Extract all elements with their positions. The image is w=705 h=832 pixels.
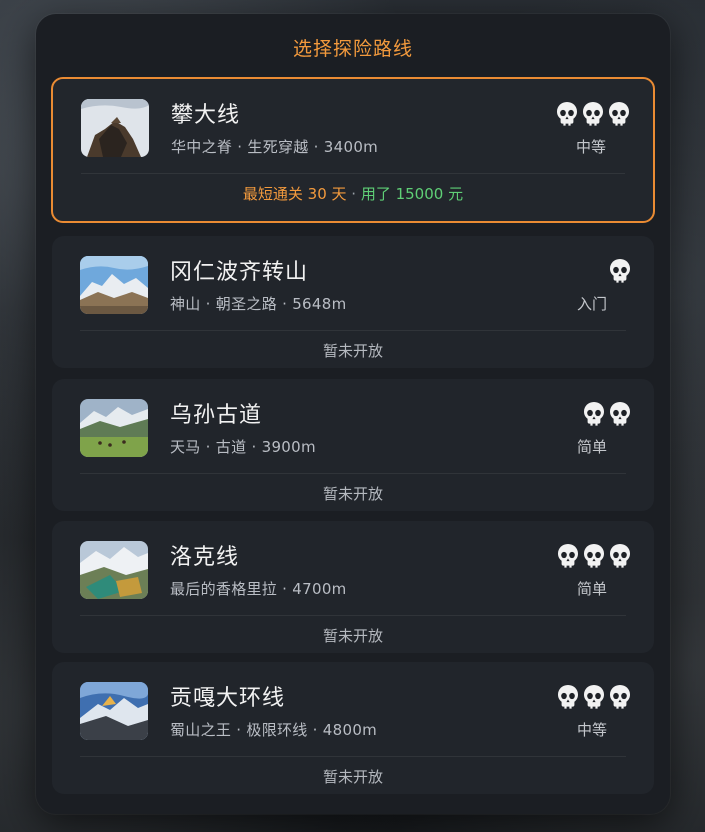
route-status: 暂未开放 (322, 485, 383, 503)
difficulty-skulls (582, 401, 632, 427)
difficulty-label: 中等 (576, 721, 607, 739)
difficulty-skulls (608, 258, 632, 284)
route-thumbnail (80, 399, 148, 457)
skull-icon (556, 543, 580, 569)
skull-icon (581, 101, 605, 127)
route-thumbnail (80, 541, 148, 599)
route-card-luoke[interactable]: 洛克线 最后的香格里拉 · 4700m 简单 暂未开放 (52, 521, 654, 653)
divider (81, 173, 625, 174)
cost-spent: 用了 15000 元 (360, 185, 464, 203)
route-thumbnail (80, 682, 148, 740)
route-card-wusun[interactable]: 乌孙古道 天马 · 古道 · 3900m 简单 暂未开放 (52, 379, 654, 511)
route-subtitle: 华中之脊 · 生死穿越 · 3400m (171, 138, 379, 156)
route-name: 攀大线 (171, 103, 241, 128)
divider (80, 330, 626, 331)
divider (80, 615, 626, 616)
route-card-gongga[interactable]: 贡嘎大环线 蜀山之王 · 极限环线 · 4800m 中等 暂未开放 (52, 662, 654, 794)
difficulty-skulls (555, 101, 631, 127)
route-thumbnail (81, 99, 149, 157)
skull-icon (608, 684, 632, 710)
route-subtitle: 神山 · 朝圣之路 · 5648m (170, 295, 347, 313)
record-separator: · (346, 185, 361, 203)
difficulty-label: 中等 (575, 138, 606, 156)
best-clear-time: 最短通关 30 天 (242, 185, 347, 203)
skull-icon (556, 684, 580, 710)
route-subtitle: 最后的香格里拉 · 4700m (170, 580, 347, 598)
route-subtitle: 蜀山之王 · 极限环线 · 4800m (170, 721, 378, 739)
route-status: 暂未开放 (322, 768, 383, 786)
route-card-kailash[interactable]: 冈仁波齐转山 神山 · 朝圣之路 · 5648m 入门 暂未开放 (52, 236, 654, 368)
skull-icon (582, 684, 606, 710)
difficulty-skulls (556, 543, 632, 569)
route-name: 贡嘎大环线 (170, 686, 286, 711)
skull-icon (608, 543, 632, 569)
difficulty-label: 简单 (576, 580, 607, 598)
route-name: 乌孙古道 (170, 403, 263, 428)
skull-icon (607, 101, 631, 127)
divider (80, 473, 626, 474)
difficulty-skulls (556, 684, 632, 710)
route-record: 最短通关 30 天 · 用了 15000 元 (53, 183, 653, 204)
route-subtitle: 天马 · 古道 · 3900m (170, 438, 316, 456)
skull-icon (582, 401, 606, 427)
skull-icon (608, 258, 632, 284)
divider (80, 756, 626, 757)
panel-title: 选择探险路线 (292, 38, 413, 60)
route-status: 暂未开放 (322, 342, 383, 360)
skull-icon (582, 543, 606, 569)
route-thumbnail (80, 256, 148, 314)
difficulty-label: 入门 (576, 295, 607, 313)
route-status: 暂未开放 (322, 627, 383, 645)
skull-icon (555, 101, 579, 127)
route-select-panel: 选择探险路线 攀大线 华中之脊 · 生死穿越 · 3400m 中等 最短通关 3… (36, 14, 670, 814)
difficulty-label: 简单 (576, 438, 607, 456)
route-card-pandaxian[interactable]: 攀大线 华中之脊 · 生死穿越 · 3400m 中等 最短通关 30 天 · 用… (51, 77, 655, 223)
route-name: 冈仁波齐转山 (170, 260, 309, 285)
route-name: 洛克线 (170, 545, 240, 570)
skull-icon (608, 401, 632, 427)
